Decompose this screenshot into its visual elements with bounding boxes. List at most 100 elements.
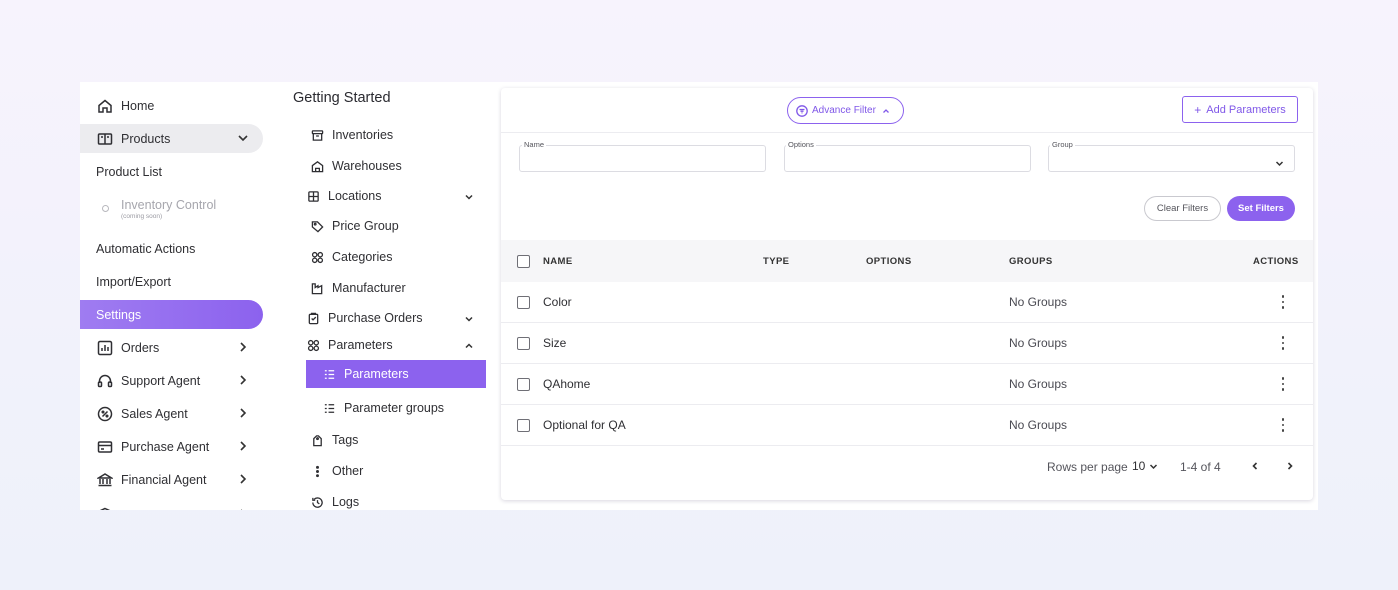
credit-card-icon	[96, 438, 114, 456]
chevron-down-icon	[464, 313, 474, 323]
settings-item-label: Warehouses	[332, 159, 402, 173]
chevron-up-icon	[882, 108, 889, 113]
chevron-down-icon	[1275, 155, 1284, 167]
table-row[interactable]: QAhome No Groups	[501, 364, 1313, 405]
grid-icon	[306, 189, 321, 204]
settings-item-parameter-groups[interactable]: Parameter groups	[306, 394, 486, 422]
clear-filters-button[interactable]: Clear Filters	[1144, 196, 1221, 221]
row-groups: No Groups	[1009, 377, 1068, 391]
column-header-name[interactable]: NAME	[543, 256, 573, 267]
sidebar-item-sales-agent[interactable]: Sales Agent	[80, 399, 263, 428]
settings-item-label: Purchase Orders	[328, 311, 423, 325]
row-actions-kebab-icon[interactable]	[1277, 335, 1289, 351]
shield-icon	[96, 506, 114, 510]
prev-page-button[interactable]	[1250, 460, 1262, 474]
factory-icon	[310, 281, 325, 296]
bank-icon	[96, 471, 114, 489]
clipboard-icon	[306, 311, 321, 326]
sidebar-item-inventory-control: Inventory Control (coming soon)	[80, 194, 263, 223]
sidebar-item-import-export[interactable]: Import/Export	[80, 267, 263, 296]
add-parameters-button[interactable]: + Add Parameters	[1182, 96, 1298, 123]
row-checkbox[interactable]	[517, 337, 530, 350]
row-checkbox[interactable]	[517, 419, 530, 432]
select-all-checkbox[interactable]	[517, 255, 530, 268]
row-name: Optional for QA	[543, 418, 626, 432]
sidebar-item-purchase-agent[interactable]: Purchase Agent	[80, 432, 263, 461]
sidebar-item-label: Orders	[121, 340, 160, 355]
settings-item-warehouses[interactable]: Warehouses	[305, 152, 486, 180]
group-filter-select[interactable]	[1048, 145, 1295, 172]
chevron-right-icon	[237, 341, 249, 353]
settings-item-locations[interactable]: Locations	[301, 182, 486, 210]
column-header-groups[interactable]: GROUPS	[1009, 256, 1053, 267]
sidebar-item-truncated[interactable]	[80, 500, 263, 510]
sidebar-item-label: Purchase Agent	[121, 439, 210, 454]
sidebar-item-settings[interactable]: Settings	[80, 300, 263, 329]
settings-item-purchase-orders[interactable]: Purchase Orders	[301, 304, 486, 332]
sidebar-item-home[interactable]: Home	[80, 91, 263, 120]
filter-icon	[796, 104, 808, 117]
row-name: Size	[543, 336, 567, 350]
sidebar-item-support-agent[interactable]: Support Agent	[80, 366, 263, 395]
settings-item-label: Manufacturer	[332, 281, 406, 295]
settings-nav-title: Getting Started	[293, 90, 391, 106]
sidebar-item-label: Inventory Control	[121, 197, 217, 212]
chevron-right-icon	[1287, 462, 1293, 470]
sidebar-item-label: Product List	[96, 164, 163, 179]
sidebar-item-orders[interactable]: Orders	[80, 333, 263, 362]
row-groups: No Groups	[1009, 418, 1068, 432]
sidebar-item-label: Home	[121, 98, 155, 113]
next-page-button[interactable]	[1285, 460, 1297, 474]
name-filter-label: Name	[522, 140, 547, 149]
warehouse-icon	[310, 159, 325, 174]
sidebar-item-label: Products	[121, 131, 171, 146]
page-range: 1-4 of 4	[1180, 460, 1221, 474]
chevron-right-icon	[237, 440, 249, 452]
chevron-down-icon	[464, 191, 474, 201]
settings-item-categories[interactable]: Categories	[305, 243, 486, 271]
rows-per-page-select[interactable]: 10	[1132, 459, 1158, 473]
settings-item-tags[interactable]: Tags	[305, 426, 486, 454]
row-actions-kebab-icon[interactable]	[1277, 376, 1289, 392]
options-filter-input[interactable]	[784, 145, 1031, 172]
settings-item-price-group[interactable]: Price Group	[305, 212, 486, 240]
row-checkbox[interactable]	[517, 378, 530, 391]
history-icon	[310, 495, 325, 510]
headset-icon	[96, 372, 114, 390]
chevron-right-icon	[237, 374, 249, 386]
column-header-options[interactable]: OPTIONS	[866, 256, 912, 267]
row-actions-kebab-icon[interactable]	[1277, 417, 1289, 433]
settings-item-parameters-group[interactable]: Parameters	[301, 331, 486, 359]
tag-icon	[310, 433, 325, 448]
sidebar-item-automatic-actions[interactable]: Automatic Actions	[80, 234, 263, 263]
settings-item-parameters[interactable]: Parameters	[306, 360, 486, 388]
settings-item-logs[interactable]: Logs	[305, 488, 486, 510]
settings-item-manufacturer[interactable]: Manufacturer	[305, 274, 486, 302]
app-window: Home Products Product List Inventory Con…	[80, 82, 1318, 510]
settings-item-inventories[interactable]: Inventories	[305, 121, 486, 149]
set-filters-button[interactable]: Set Filters	[1227, 196, 1295, 221]
sidebar-item-financial-agent[interactable]: Financial Agent	[80, 465, 263, 494]
advance-filter-button[interactable]: Advance Filter	[787, 97, 904, 124]
table-row[interactable]: Color No Groups	[501, 282, 1313, 323]
row-actions-kebab-icon[interactable]	[1277, 294, 1289, 310]
table-row[interactable]: Optional for QA No Groups	[501, 405, 1313, 446]
table-header: NAME TYPE OPTIONS GROUPS ACTIONS	[501, 240, 1313, 282]
column-header-type[interactable]: TYPE	[763, 256, 789, 267]
sidebar-item-label: Sales Agent	[121, 406, 188, 421]
name-filter-input[interactable]	[519, 145, 766, 172]
settings-item-other[interactable]: Other	[305, 457, 486, 485]
radio-dot-icon	[102, 205, 109, 212]
chevron-right-icon	[237, 473, 249, 485]
row-checkbox[interactable]	[517, 296, 530, 309]
rows-per-page-value: 10	[1132, 459, 1146, 473]
table-row[interactable]: Size No Groups	[501, 323, 1313, 364]
settings-item-label: Categories	[332, 250, 393, 264]
settings-item-label: Parameter groups	[344, 401, 445, 415]
sidebar-item-product-list[interactable]: Product List	[80, 157, 263, 186]
row-name: Color	[543, 295, 572, 309]
settings-item-label: Parameters	[328, 338, 393, 352]
badge-percent-icon	[96, 405, 114, 423]
settings-item-label: Inventories	[332, 128, 394, 142]
sidebar-item-products[interactable]: Products	[80, 124, 263, 153]
